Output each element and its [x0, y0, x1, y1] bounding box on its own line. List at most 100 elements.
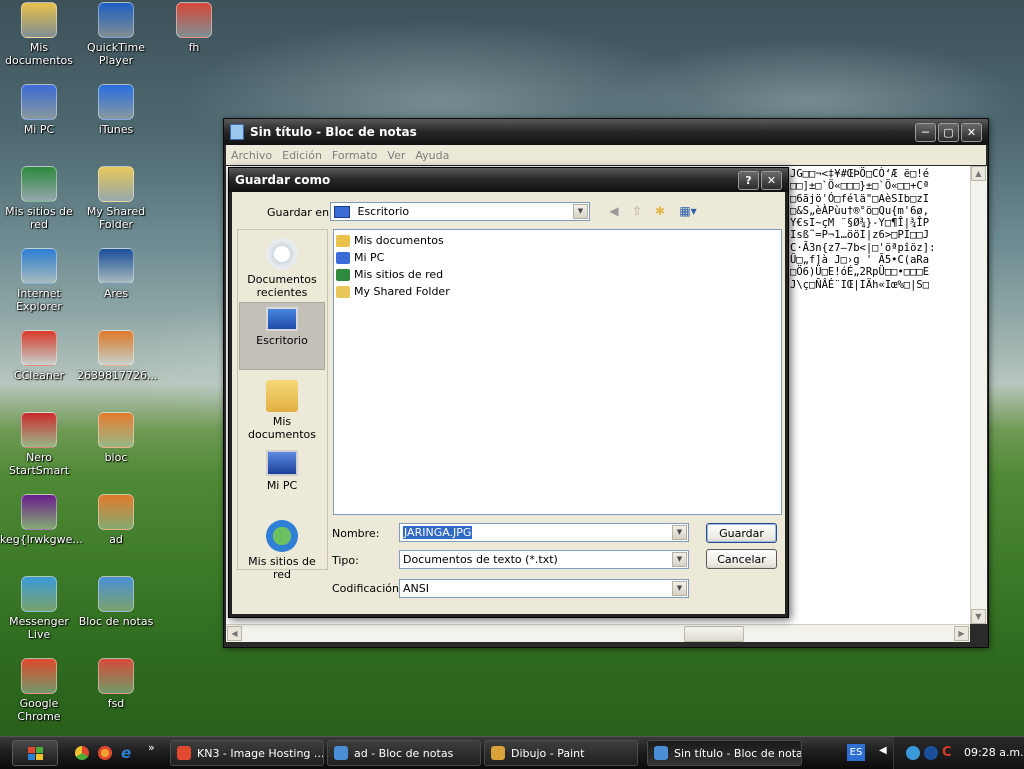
file-list-item[interactable]: Mis documentos [334, 232, 781, 249]
desktop-icon-item[interactable]: iTunes [77, 84, 155, 136]
desktop-icon-item[interactable]: Mis documentos [0, 2, 78, 67]
tray-messenger-icon[interactable] [906, 746, 920, 760]
scroll-right-arrow[interactable]: ▶ [954, 626, 969, 641]
desktop-icon-item[interactable]: Nero StartSmart [0, 412, 78, 477]
file-list-item-label: My Shared Folder [354, 285, 450, 298]
desktop-icon-label: Internet Explorer [16, 287, 62, 313]
place-escritorio[interactable]: Escritorio [239, 302, 325, 370]
place-mis-documentos[interactable]: Mis documentos [239, 376, 325, 444]
notepad-title: Sin título - Bloc de notas [250, 125, 417, 139]
desktop-icon-item[interactable]: bloc [77, 412, 155, 464]
desktop-icon-item[interactable]: fsd [77, 658, 155, 710]
save-button[interactable]: Guardar [706, 523, 777, 543]
quicklaunch-ie-icon[interactable]: e [121, 744, 131, 762]
file-type-select[interactable]: Documentos de texto (*.txt) ▼ [399, 550, 689, 569]
desktop-icon-item[interactable]: QuickTime Player [77, 2, 155, 67]
back-icon[interactable]: ◀ [605, 202, 623, 220]
tray-ccleaner-icon[interactable]: C [942, 745, 952, 760]
save-in-value: Escritorio [357, 205, 410, 218]
scroll-up-arrow[interactable]: ▲ [971, 166, 986, 181]
start-button[interactable] [12, 740, 58, 766]
quicklaunch-overflow-icon[interactable]: » [148, 741, 155, 754]
taskbar-button-label: Dibujo - Paint [511, 746, 585, 760]
desktop-icon-item[interactable]: Messenger Live [0, 576, 78, 641]
dialog-body: Guardar en: Escritorio ▼ ◀ ⇧ ✱ ▦▾ Docume… [232, 192, 785, 614]
desktop-icon-item[interactable]: 2639817726... [77, 330, 157, 382]
language-indicator[interactable]: ES [847, 744, 865, 761]
desktop-icon-item[interactable]: Bloc de notas [77, 576, 155, 628]
clock[interactable]: 09:28 a.m. [964, 746, 1024, 759]
my-documents-icon [266, 380, 298, 412]
place-documentos-recientes[interactable]: Documentos recientes [239, 234, 325, 302]
encoding-value: ANSI [403, 582, 429, 595]
close-button[interactable]: ✕ [961, 122, 982, 142]
my-documents-icon [336, 234, 350, 247]
scroll-down-arrow[interactable]: ▼ [971, 609, 986, 624]
taskbar-button[interactable]: Dibujo - Paint [484, 740, 638, 766]
menu-ayuda[interactable]: Ayuda [410, 149, 454, 162]
image-file-icon [176, 2, 212, 38]
chevron-down-icon[interactable]: ▼ [573, 204, 588, 219]
chevron-down-icon[interactable]: ▼ [672, 525, 687, 540]
file-list-item[interactable]: Mi PC [334, 249, 781, 266]
desktop-icon-item[interactable]: Mis sitios de red [0, 166, 78, 231]
place-mi-pc[interactable]: Mi PC [239, 446, 325, 514]
encoding-select[interactable]: ANSI ▼ [399, 579, 689, 598]
place-mis-sitios-de-red[interactable]: Mis sitios de red [239, 516, 325, 584]
desktop-icon-item[interactable]: My Shared Folder [77, 166, 155, 231]
maximize-button[interactable]: ▢ [938, 122, 959, 142]
horizontal-scrollbar[interactable]: ◀ ▶ [226, 624, 970, 642]
menu-edicion[interactable]: Edición [277, 149, 327, 162]
desktop-icon-label: Ares [103, 287, 129, 300]
desktop-icon-item[interactable]: Mi PC [0, 84, 78, 136]
minimize-button[interactable]: ─ [915, 122, 936, 142]
help-button[interactable]: ? [738, 170, 759, 190]
file-list[interactable]: Mis documentos Mi PC Mis sitios de red My S… [333, 229, 782, 515]
new-folder-icon[interactable]: ✱ [651, 202, 669, 220]
file-name-field[interactable]: JARINGA.JPG ▼ [399, 523, 689, 542]
image-file-icon [98, 494, 134, 530]
menu-formato[interactable]: Formato [327, 149, 383, 162]
quicktime-icon [98, 2, 134, 38]
cancel-button[interactable]: Cancelar [706, 549, 777, 569]
file-list-item[interactable]: My Shared Folder [334, 283, 781, 300]
up-folder-icon[interactable]: ⇧ [628, 202, 646, 220]
desktop-icon-label: Mis documentos [5, 41, 73, 67]
menu-ver[interactable]: Ver [382, 149, 410, 162]
desktop-icon-item[interactable]: Internet Explorer [0, 248, 78, 313]
notepad-text-line: JG□□¬<‡¥#ŒÞÖ□CÒ‘Æ ë□!é [790, 168, 930, 180]
desktop-icon-item[interactable]: fh [155, 2, 233, 54]
chevron-down-icon[interactable]: ▼ [672, 552, 687, 567]
desktop-icon-item[interactable]: ad [77, 494, 155, 546]
taskbar-button[interactable]: KN3 - Image Hosting ... [170, 740, 324, 766]
notepad-title-bar[interactable]: Sin título - Bloc de notas ─ ▢ ✕ [224, 119, 988, 145]
dialog-title-bar[interactable]: Guardar como ? ✕ [229, 168, 788, 192]
vertical-scrollbar[interactable]: ▲ ▼ [970, 166, 987, 624]
taskbar-button[interactable]: Sin título - Bloc de notas [647, 740, 802, 766]
desktop-icon-item[interactable]: keg{lrwkgwe... [0, 494, 83, 546]
horizontal-scroll-thumb[interactable] [684, 626, 744, 642]
save-in-combo[interactable]: Escritorio ▼ [330, 202, 590, 221]
view-menu-icon[interactable]: ▦▾ [676, 202, 700, 220]
chevron-down-icon[interactable]: ▼ [672, 581, 687, 596]
notepad-text-line: □&S„èÀPùu†®°ö□Qu{m'6ø, [790, 204, 930, 217]
taskbar-button[interactable]: ad - Bloc de notas [327, 740, 481, 766]
desktop-icon-item[interactable]: CCleaner [0, 330, 78, 382]
notepad-text-line: Y€sI~çM ¨§Ø¾}-Y□¶Î|¾ÎP [790, 217, 930, 230]
network-places-icon [336, 268, 350, 281]
file-list-item[interactable]: Mis sitios de red [334, 266, 781, 283]
quicklaunch-chrome-icon[interactable] [75, 746, 89, 760]
file-name-value: JARINGA.JPG [403, 526, 473, 539]
quicklaunch-firefox-icon[interactable] [98, 746, 112, 760]
tray-ares-icon[interactable] [924, 746, 938, 760]
dialog-close-button[interactable]: ✕ [761, 170, 782, 190]
windows-logo-icon [27, 746, 43, 760]
place-label: Mi PC [266, 479, 298, 492]
yahoo-icon [21, 494, 57, 530]
desktop-icon-item[interactable]: Google Chrome [0, 658, 78, 723]
tray-expand-icon[interactable]: ◀ [879, 745, 887, 756]
scroll-left-arrow[interactable]: ◀ [227, 626, 242, 641]
menu-archivo[interactable]: Archivo [226, 149, 277, 162]
desktop-icon-label: QuickTime Player [86, 41, 146, 67]
desktop-icon-item[interactable]: Ares [77, 248, 155, 300]
